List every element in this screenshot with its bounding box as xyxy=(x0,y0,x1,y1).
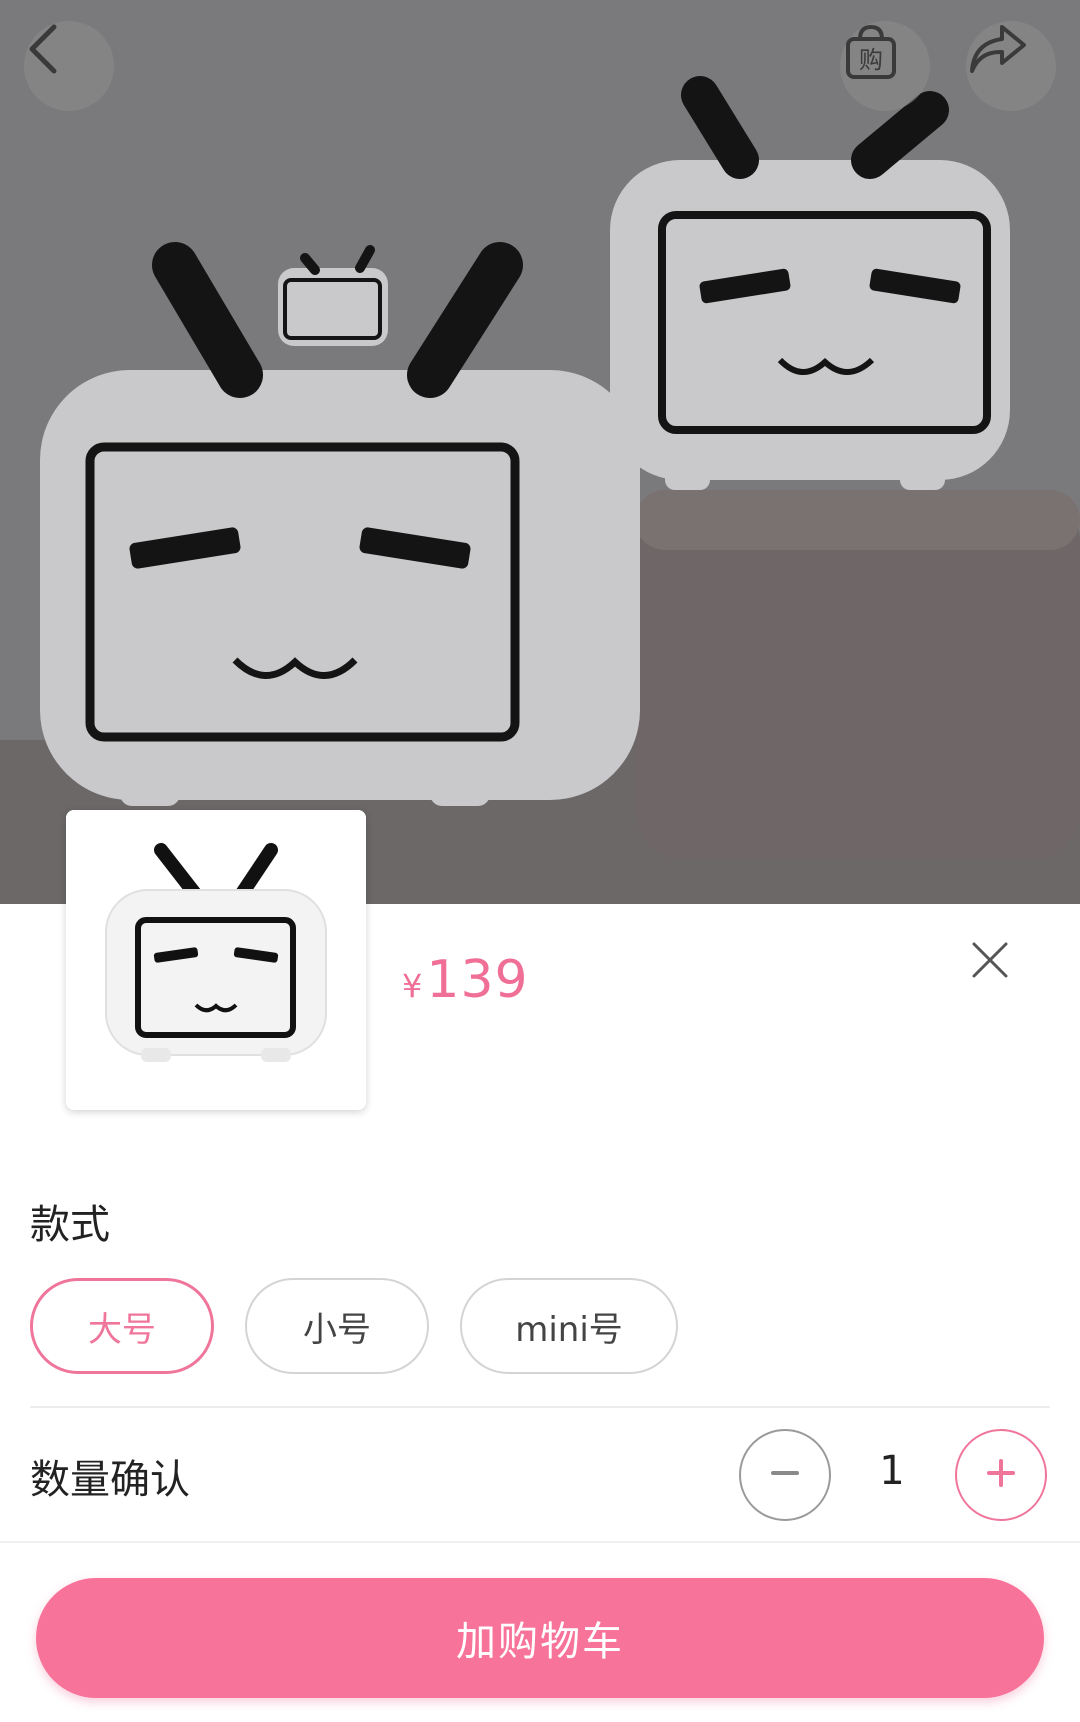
divider xyxy=(30,1406,1050,1408)
plush-photo-illustration xyxy=(0,0,1080,904)
share-button[interactable] xyxy=(966,21,1056,111)
product-price: ¥ 139 xyxy=(402,950,529,1010)
product-option-page: 购 ¥ 139 款式 大号 小号 mini号 数量确认 1 加购物车 xyxy=(0,0,1080,1722)
close-button[interactable] xyxy=(962,934,1018,990)
style-option-small[interactable]: 小号 xyxy=(245,1278,429,1374)
divider xyxy=(0,1541,1080,1543)
quantity-decrease-button[interactable] xyxy=(739,1429,831,1521)
style-option-large[interactable]: 大号 xyxy=(30,1278,214,1374)
product-thumbnail xyxy=(66,810,366,1110)
price-amount: 139 xyxy=(426,950,529,1010)
currency-symbol: ¥ xyxy=(402,967,423,1005)
quantity-increase-button[interactable] xyxy=(955,1429,1047,1521)
product-hero-image: 购 xyxy=(0,0,1080,904)
add-to-cart-button[interactable]: 加购物车 xyxy=(36,1578,1044,1698)
plus-icon xyxy=(986,1458,1016,1492)
quantity-label: 数量确认 xyxy=(30,1457,190,1503)
quantity-value: 1 xyxy=(879,1448,905,1494)
svg-text:购: 购 xyxy=(859,46,883,74)
close-icon xyxy=(970,940,1010,984)
style-section-title: 款式 xyxy=(30,1202,110,1248)
style-options: 大号 小号 mini号 xyxy=(30,1278,678,1374)
shopping-bag-button[interactable]: 购 xyxy=(840,21,930,111)
style-option-mini[interactable]: mini号 xyxy=(460,1278,678,1374)
back-button[interactable] xyxy=(24,21,114,111)
minus-icon xyxy=(770,1458,800,1492)
